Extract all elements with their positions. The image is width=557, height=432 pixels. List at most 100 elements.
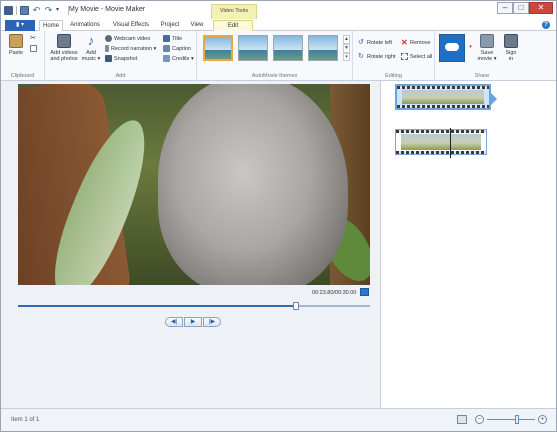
film-photo-icon	[57, 34, 71, 48]
add-videos-label-line2: and photos	[50, 56, 78, 62]
credits-label: Credits ▾	[172, 55, 194, 62]
microphone-icon	[105, 45, 109, 52]
minimize-button[interactable]: –	[497, 2, 513, 14]
separator	[16, 5, 17, 15]
timeline-clip[interactable]	[395, 128, 487, 158]
title-icon	[163, 35, 170, 42]
copy-button[interactable]	[30, 45, 37, 52]
playback-controls: ◀| ▶ |▶	[165, 317, 221, 327]
paste-icon	[9, 34, 23, 48]
film-perforation	[396, 130, 486, 133]
file-menu-button[interactable]: ▮ ▾	[5, 20, 35, 31]
snapshot-button[interactable]: Snapshot	[105, 55, 137, 62]
webcam-icon	[105, 35, 112, 42]
webcam-label: Webcam video	[114, 35, 151, 42]
automovie-themes-group: ▲ ▼ ▾ AutoMovie themes	[197, 31, 353, 81]
redo-icon[interactable]: ↷	[44, 5, 53, 15]
add-videos-and-photos-button[interactable]: Add videos and photos	[48, 34, 80, 62]
film-perforation	[396, 151, 486, 154]
customize-toolbar-button[interactable]: ▾	[56, 6, 65, 15]
cut-icon: ✂	[30, 35, 36, 42]
editing-group: ↺ Rotate left ↻ Rotate right ✕ Remove Se…	[353, 31, 435, 81]
cut-button[interactable]: ✂	[30, 35, 37, 42]
tab-view[interactable]: View	[187, 20, 207, 31]
playhead-marker[interactable]	[450, 128, 451, 158]
rotate-right-button[interactable]: ↻ Rotate right	[358, 53, 395, 60]
group-label: AutoMovie themes	[251, 73, 298, 79]
tab-project[interactable]: Project	[157, 20, 183, 31]
snapshot-icon	[105, 55, 112, 62]
group-label: Editing	[385, 73, 402, 79]
theme-thumbnail[interactable]	[238, 35, 268, 61]
seek-bar-thumb[interactable]	[293, 302, 299, 310]
tab-edit[interactable]: Edit	[213, 20, 253, 31]
credits-button[interactable]: Credits ▾	[163, 55, 194, 62]
rotate-left-icon: ↺	[358, 39, 364, 46]
add-music-button[interactable]: ♪ Add music ▾	[81, 33, 101, 63]
play-button[interactable]: ▶	[184, 317, 202, 327]
paste-label: Paste	[8, 50, 24, 56]
share-more-arrow[interactable]: ▾	[467, 34, 474, 62]
seek-bar-progress	[18, 305, 296, 307]
next-frame-button[interactable]: |▶	[203, 317, 221, 327]
gallery-scroll-down[interactable]: ▼	[343, 44, 350, 53]
zoom-slider-track[interactable]	[487, 419, 535, 420]
clipboard-group: Paste ✂ Clipboard	[1, 31, 45, 81]
clip-frames	[401, 134, 481, 150]
save-icon[interactable]	[20, 5, 29, 15]
theme-thumbnail[interactable]	[308, 35, 338, 61]
copy-icon	[30, 45, 37, 52]
film-perforation	[397, 105, 489, 108]
save-movie-button[interactable]: Save movie ▾	[477, 34, 497, 62]
video-preview[interactable]	[18, 84, 370, 285]
tab-animations[interactable]: Animations	[67, 20, 103, 31]
timeline-clip[interactable]	[395, 84, 497, 110]
caption-button[interactable]: Caption	[163, 45, 191, 52]
gallery-scroll-up[interactable]: ▲	[343, 35, 350, 44]
theme-thumbnail[interactable]	[203, 35, 233, 61]
app-icon[interactable]	[4, 5, 13, 15]
select-all-button[interactable]: Select all	[401, 53, 432, 60]
theme-thumbnail[interactable]	[273, 35, 303, 61]
help-icon[interactable]: ?	[542, 21, 550, 29]
clip-end-arrow-icon	[490, 92, 497, 106]
koala-image	[158, 84, 348, 285]
record-narration-button[interactable]: Record narration ▾	[105, 45, 156, 52]
film-perforation	[397, 86, 489, 89]
select-all-icon	[401, 53, 408, 60]
rotate-left-button[interactable]: ↺ Rotate left	[358, 39, 392, 46]
sign-in-icon	[504, 34, 518, 48]
seek-bar[interactable]	[18, 305, 370, 307]
music-note-icon: ♪	[87, 33, 95, 48]
gallery-more[interactable]: ▾	[343, 53, 350, 61]
select-all-label: Select all	[410, 53, 433, 60]
webcam-video-button[interactable]: Webcam video	[105, 35, 150, 42]
remove-button[interactable]: ✕ Remove	[401, 38, 431, 47]
zoom-slider-thumb[interactable]	[515, 415, 519, 424]
close-button[interactable]: ✕	[529, 2, 553, 14]
tab-visual-effects[interactable]: Visual Effects	[109, 20, 153, 31]
sign-in-button[interactable]: Sign in	[501, 34, 521, 62]
zoom-in-button[interactable]: +	[538, 415, 547, 424]
onedrive-share-button[interactable]	[439, 34, 465, 62]
save-movie-label-line2: movie ▾	[477, 56, 497, 62]
title-button[interactable]: Title	[163, 35, 182, 42]
share-group: ▾ Save movie ▾ Sign in Share	[435, 31, 529, 81]
quick-access-toolbar: ↶ ↷ ▾	[4, 4, 69, 16]
remove-x-icon: ✕	[401, 38, 408, 47]
window-title: My Movie - Movie Maker	[69, 6, 146, 13]
maximize-button[interactable]: □	[513, 2, 529, 14]
video-tools-context-header: Video Tools	[211, 4, 257, 19]
fullscreen-icon[interactable]	[360, 288, 369, 296]
zoom-out-button[interactable]: −	[475, 415, 484, 424]
storyboard-view-icon[interactable]	[457, 415, 467, 424]
paste-button[interactable]: Paste	[7, 34, 25, 56]
previous-frame-button[interactable]: ◀|	[165, 317, 183, 327]
remove-label: Remove	[410, 39, 431, 46]
title-label: Title	[172, 35, 183, 42]
undo-icon[interactable]: ↶	[32, 5, 41, 15]
ribbon: Paste ✂ Clipboard Add videos and photos …	[1, 31, 556, 81]
clip-frames	[402, 90, 484, 104]
storyboard-pane	[382, 81, 556, 408]
cloud-icon	[445, 43, 459, 51]
